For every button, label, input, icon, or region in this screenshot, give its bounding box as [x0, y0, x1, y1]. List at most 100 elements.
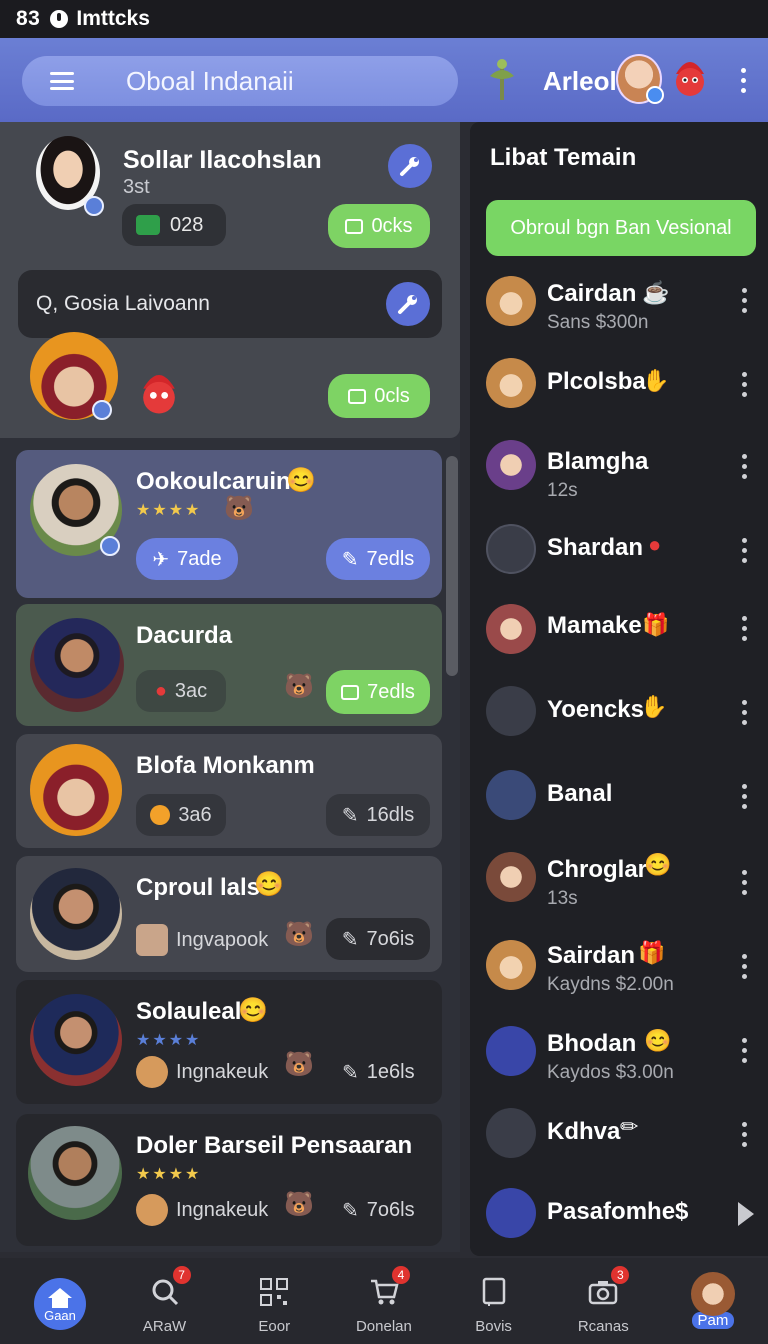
more-options-icon[interactable] [741, 538, 747, 563]
user-avatar[interactable] [616, 54, 664, 104]
item-left-chip[interactable]: ● 3ac [136, 670, 226, 712]
search-tools-button[interactable] [386, 282, 430, 326]
more-options-icon[interactable] [741, 288, 747, 313]
list-item[interactable]: Doler Barseil Pensaaran ★★★★ Ingnakeuk 🐻… [16, 1114, 442, 1246]
more-options-icon[interactable] [741, 1122, 747, 1147]
item-right-button[interactable]: 7edls [326, 670, 430, 714]
notification-badge: 4 [391, 1266, 410, 1284]
contact-row[interactable]: Shardan ● [470, 512, 768, 592]
item-right-button[interactable]: ✎ 1e6ls [342, 1052, 415, 1092]
item-left-chip[interactable]: Ingnakeuk [136, 1052, 268, 1092]
list-item[interactable]: Dacurda ● 3ac 🐻 7edls [16, 604, 442, 726]
contact-sub: 13s [547, 888, 578, 909]
bear-icon: 🐻 [284, 1051, 314, 1078]
mascot-icon [143, 375, 175, 414]
list-item[interactable]: Cproul lals 😊 Ingvapook 🐻 ✎ 7o6is [16, 856, 442, 972]
right-panel-title: Libat Temain [490, 144, 637, 171]
contact-row[interactable]: Cairdan ☕ Sans $300n [470, 262, 768, 342]
more-options-icon[interactable] [740, 68, 746, 93]
contact-row[interactable]: Banal [470, 762, 768, 842]
item-name: Doler Barseil Pensaaran [136, 1132, 413, 1159]
contact-sub: Kaydns $2.00n [547, 974, 674, 995]
nav-profile[interactable]: Pam [658, 1258, 768, 1344]
header-search-bar[interactable]: Oboal Indanaii [22, 56, 458, 106]
tools-button[interactable] [388, 144, 432, 188]
contact-row[interactable]: Kdhva ✏ [470, 1102, 768, 1182]
more-options-icon[interactable] [741, 616, 747, 641]
contact-avatar [486, 1026, 536, 1076]
header-user-name[interactable]: Arleol [543, 66, 617, 97]
nav-label: Bovis [475, 1318, 512, 1335]
smile-emoji-icon: 😊 [644, 1028, 672, 1053]
app-indicator-icon [50, 10, 69, 28]
mascot-icon[interactable] [670, 54, 710, 100]
item-left-chip[interactable]: Ingnakeuk [136, 1190, 268, 1230]
item-right-label: 7o6is [366, 927, 415, 950]
more-options-icon[interactable] [741, 700, 747, 725]
nav-label: Rcanas [577, 1318, 629, 1335]
search-input[interactable]: Q, Gosia Laivoann [36, 292, 210, 316]
contact-row[interactable]: Bhodan 😊 Kaydos $3.00n [470, 1016, 768, 1096]
chevron-right-icon[interactable] [736, 1200, 756, 1228]
member-action-label: 0cls [374, 384, 410, 407]
contact-row[interactable]: Sairdan 🎁 Kaydns $2.00n [470, 928, 768, 1008]
item-left-label: Ingvapook [176, 928, 269, 951]
smile-emoji-icon: 😊 [644, 852, 672, 877]
qr-icon [254, 1272, 294, 1312]
item-left-button[interactable]: ✈ 7ade [136, 538, 238, 580]
more-options-icon[interactable] [741, 784, 747, 809]
more-options-icon[interactable] [741, 870, 747, 895]
contact-name: Mamake [547, 612, 642, 639]
edit-icon: ✎ [341, 804, 359, 827]
item-right-button[interactable]: ✎ 7edls [326, 538, 430, 580]
contact-row[interactable]: Pasafomhe$ [470, 1180, 768, 1260]
contact-row[interactable]: Chroglar 😊 13s [470, 840, 768, 920]
profile-stat-chip[interactable]: 028 [122, 204, 226, 246]
gift-icon: 🎁 [638, 940, 666, 965]
item-left-chip[interactable]: 3a6 [136, 794, 226, 836]
contact-row[interactable]: Plcolsba ✋ [470, 344, 768, 424]
more-options-icon[interactable] [741, 954, 747, 979]
menu-icon[interactable] [50, 72, 74, 90]
list-item[interactable]: Blofa Monkanm 3a6 ✎ 16dls [16, 734, 442, 848]
contact-row[interactable]: Yoencks ✋ [470, 678, 768, 758]
contact-name: Bhodan [547, 1030, 637, 1057]
member-action-button[interactable]: 0cls [328, 374, 430, 418]
list-item[interactable]: Ookoulcaruin 😊 ★★★★ 🐻 ✈ 7ade ✎ 7edls [16, 450, 442, 598]
contact-name: Plcolsba [547, 368, 646, 395]
plane-icon: ✈ [152, 548, 170, 571]
item-left-chip[interactable]: Ingvapook [136, 920, 268, 960]
list-item[interactable]: Solauleal 😊 ★★★★ Ingnakeuk 🐻 ✎ 1e6ls [16, 980, 442, 1104]
nav-scan[interactable]: Eoor [219, 1258, 329, 1344]
item-right-button[interactable]: ✎ 7o6is [326, 918, 430, 960]
nav-search[interactable]: 7 ARaW [110, 1258, 220, 1344]
more-options-icon[interactable] [741, 454, 747, 479]
contact-avatar [486, 940, 536, 990]
item-right-button[interactable]: ✎ 7o6ls [342, 1190, 415, 1230]
profile-action-label: 0cks [371, 214, 413, 237]
home-icon: Gaan [34, 1278, 86, 1330]
contact-row[interactable]: Blamgha 12s [470, 428, 768, 508]
nav-camera[interactable]: 3 Rcanas [548, 1258, 658, 1344]
nav-label: Eoor [258, 1318, 291, 1335]
nav-cart[interactable]: 4 Donelan [329, 1258, 439, 1344]
bear-icon: 🐻 [284, 673, 314, 700]
edit-icon: ✎ [342, 1061, 359, 1084]
profile-action-button[interactable]: 0cks [328, 204, 430, 248]
hamster-icon [136, 1194, 168, 1226]
hamster-icon [136, 1056, 168, 1088]
contact-avatar [486, 524, 536, 574]
item-right-button[interactable]: ✎ 16dls [326, 794, 430, 836]
pin-icon[interactable] [484, 56, 520, 104]
more-options-icon[interactable] [741, 372, 747, 397]
search-bar[interactable]: Q, Gosia Laivoann [18, 270, 442, 338]
item-name: Cproul lals [136, 874, 261, 901]
notification-badge: 3 [611, 1266, 630, 1284]
scrollbar[interactable] [446, 456, 458, 676]
nav-home[interactable]: Gaan [0, 1258, 110, 1344]
primary-action-button[interactable]: Obroul bgn Ban Vesional [486, 200, 756, 256]
nav-books[interactable]: Bovis [439, 1258, 549, 1344]
more-options-icon[interactable] [741, 1038, 747, 1063]
nav-label: Donelan [355, 1318, 412, 1335]
contact-row[interactable]: Mamake 🎁 [470, 596, 768, 676]
